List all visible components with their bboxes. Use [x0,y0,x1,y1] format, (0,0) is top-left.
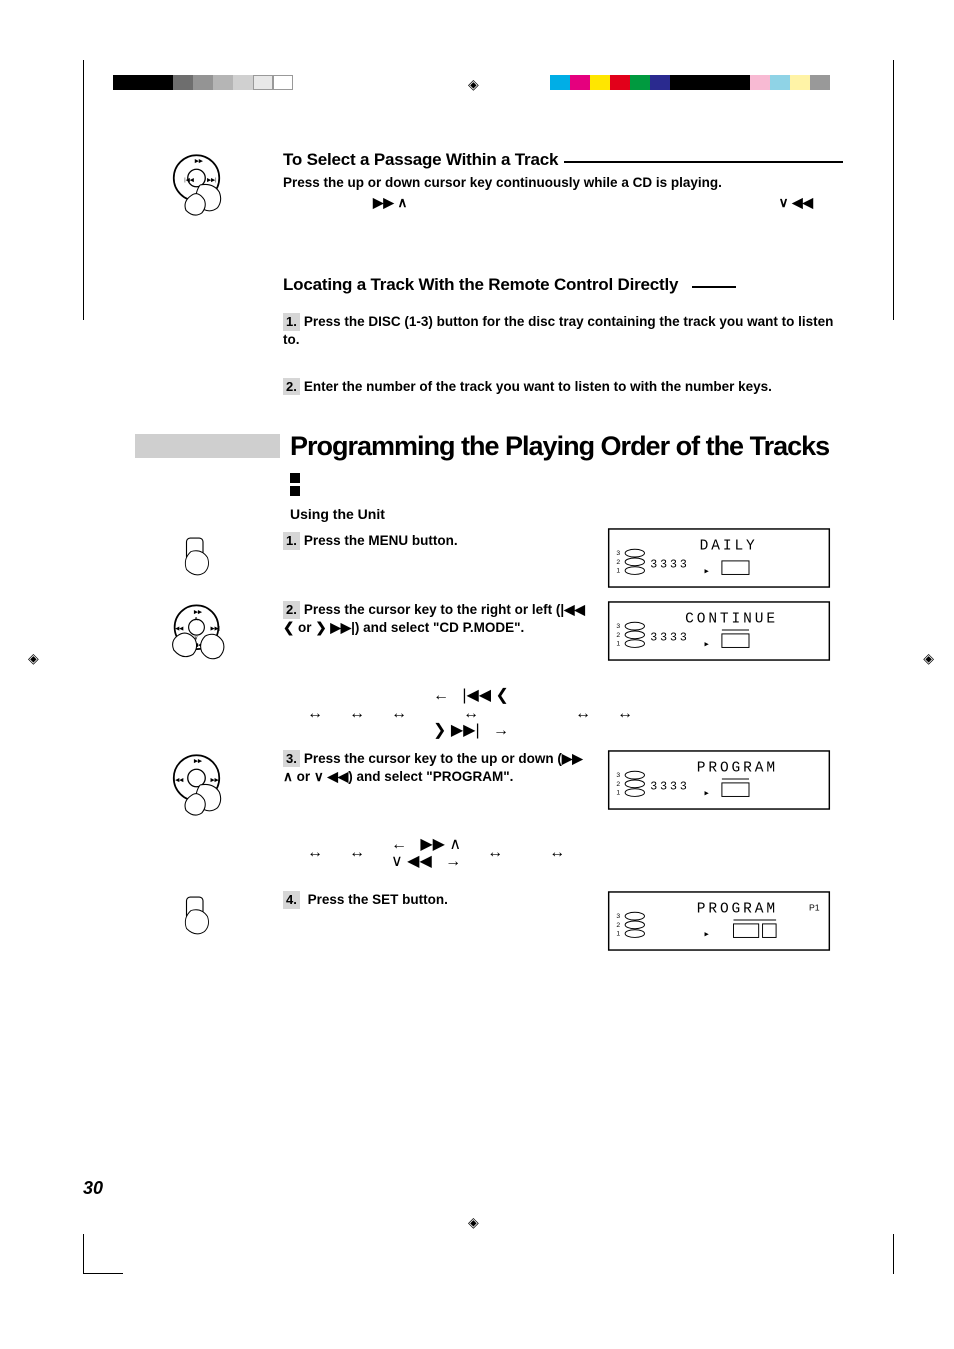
nav-diagram: ↔↔↔ ← |◀◀ ❮ ↔ ❯ ▶▶| → ↔↔ [275,679,835,744]
svg-text:1: 1 [616,931,620,938]
page-number: 30 [83,1178,103,1199]
step-number: 3. [283,750,300,768]
crop-mark [893,60,894,320]
svg-text:3333: 3333 [650,559,689,572]
svg-text:1: 1 [616,568,620,575]
fastfwd-up-icon: ▶▶ ∧ [420,836,461,853]
svg-text:▶▶|: ▶▶| [207,178,216,184]
registration-mark-icon [468,1214,479,1231]
cursor-wheel-icon: |◀◀▶▶| ▶▶◀◀ [165,750,235,820]
registration-mark-icon [923,650,934,667]
svg-text:3: 3 [616,772,620,779]
step-item: 2. Enter the number of the track you want… [283,378,835,396]
cursor-wheel-icon: |◀◀▶▶| ▶▶◀◀ [165,150,235,220]
prev-track-icon: |◀◀ ❮ [462,687,509,704]
svg-text:▸: ▸ [704,787,709,797]
step-number: 2. [283,601,300,619]
svg-text:|◀◀: |◀◀ [174,777,183,783]
svg-text:▶▶|: ▶▶| [211,626,220,632]
svg-text:3: 3 [616,623,620,630]
svg-text:3: 3 [616,913,620,920]
lcd-display: PROGRAM 3 21 3333 ▸ [605,750,833,810]
step-text: Press the SET button. [304,892,448,907]
section-heading: Locating a Track With the Remote Control… [283,275,678,295]
svg-text:3333: 3333 [650,781,689,794]
step-number: 2. [283,378,300,396]
svg-text:1: 1 [616,641,620,648]
crop-mark [83,1273,123,1274]
svg-text:2: 2 [616,559,620,566]
lcd-text: CONTINUE [685,611,778,627]
grayscale-bar [113,75,293,90]
svg-text:|◀◀: |◀◀ [184,178,193,184]
step-text: Press the DISC (1-3) button for the disc… [283,314,833,347]
step-text: Press the cursor key to the up or down (… [283,751,583,784]
bullet-icon [290,486,300,496]
step-item: 1.Press the DISC (1-3) button for the di… [283,313,835,349]
color-bar [550,75,830,90]
step-number: 4. [283,891,300,909]
crop-mark [893,1234,894,1274]
section-heading: To Select a Passage Within a Track [283,150,558,170]
section-bar [135,434,280,458]
crop-mark [83,1234,84,1274]
svg-text:▶▶|: ▶▶| [211,777,220,783]
svg-text:▶▶: ▶▶ [195,158,203,164]
step-text: Enter the number of the track you want t… [304,379,772,394]
remote-press-icon [170,891,230,951]
down-rewind-icon: ∨ ◀◀ [779,194,813,212]
svg-text:3: 3 [616,550,620,557]
svg-text:▸: ▸ [704,639,709,649]
lcd-text: PROGRAM [697,760,778,776]
down-rewind-icon: ∨ ◀◀ [391,853,432,870]
svg-text:2: 2 [616,781,620,788]
crop-mark [83,60,84,320]
lcd-suffix: P1 [809,902,820,912]
cursor-wheel-icon: ▶▶◀◀ |◀◀▶▶| ∧∨ [165,601,235,671]
bullet-icon [290,473,300,483]
svg-text:▶▶: ▶▶ [194,758,202,764]
nav-diagram: ↔↔ ← ▶▶ ∧ ∨ ◀◀ → ↔↔ [275,828,835,875]
step-number: 1. [283,532,300,550]
step-number: 1. [283,313,300,331]
main-heading: Programming the Playing Order of the Tra… [290,431,835,461]
svg-text:2: 2 [616,922,620,929]
svg-text:▶▶: ▶▶ [194,609,202,615]
step-text: Press the MENU button. [304,533,458,548]
remote-press-icon [170,532,230,592]
svg-text:|◀◀: |◀◀ [174,626,183,632]
svg-text:∧: ∧ [194,615,198,622]
lcd-display: DAILY 3 2 1 3333 ▸ [605,528,833,588]
svg-text:3333: 3333 [650,632,689,645]
svg-text:2: 2 [616,632,620,639]
lcd-display: PROGRAM P1 3 2 1 ▸ [605,891,833,951]
section-text: Press the up or down cursor key continuo… [283,174,843,192]
svg-text:▸: ▸ [704,566,709,576]
subheading: Using the Unit [290,506,835,522]
lcd-text: PROGRAM [697,901,778,917]
svg-text:▸: ▸ [704,929,709,939]
lcd-text: DAILY [700,538,758,554]
registration-mark-icon [28,650,39,667]
step-text: Press the cursor key to the right or lef… [283,602,585,635]
fastfwd-up-icon: ▶▶ ∧ [373,194,407,212]
next-track-icon: ❯ ▶▶| [433,722,480,739]
lcd-display: CONTINUE 3 2 1 3333 ▸ [605,601,833,661]
registration-mark-icon [468,76,479,93]
svg-text:1: 1 [616,789,620,796]
